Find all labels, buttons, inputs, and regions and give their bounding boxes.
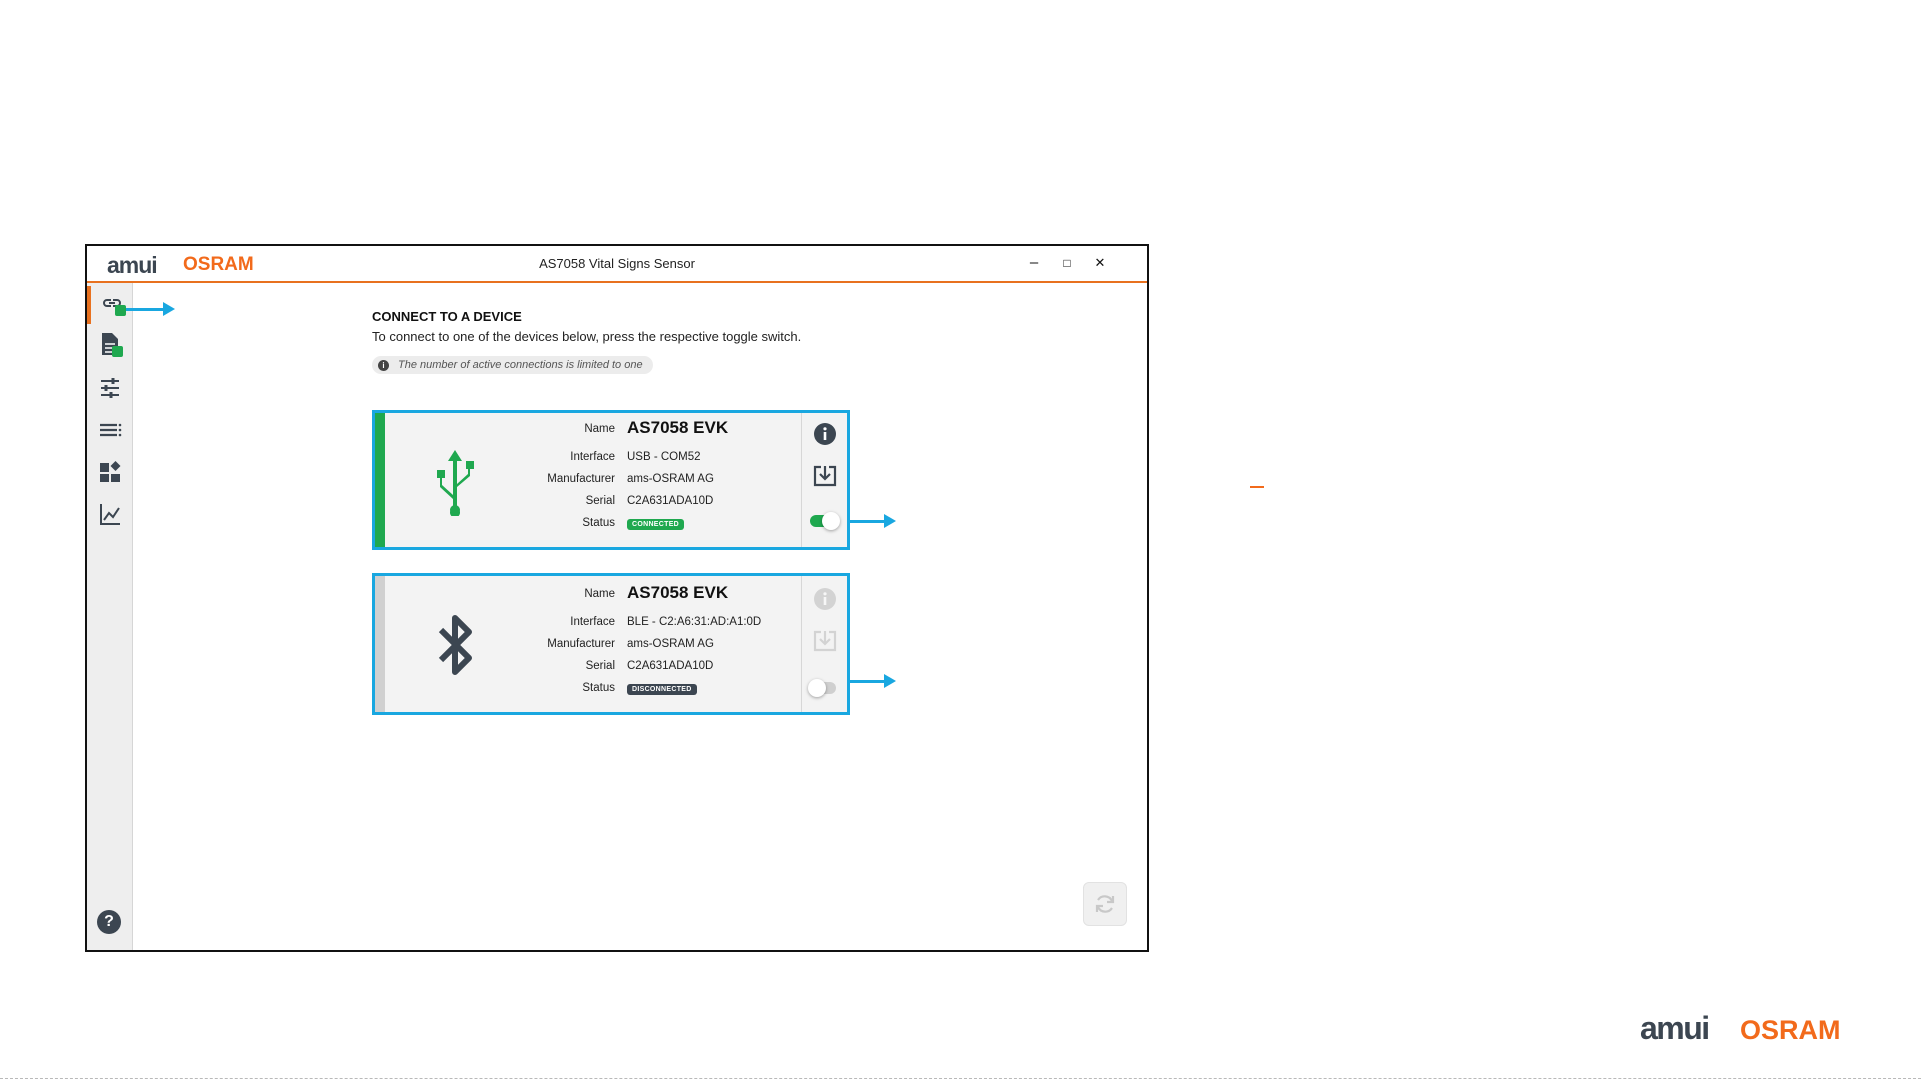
device-name: AS7058 EVK	[627, 583, 729, 602]
document-icon	[99, 332, 123, 361]
app-window: amui OSRAM AS7058 Vital Signs Sensor – □…	[85, 244, 1149, 952]
sidebar-item-chart[interactable]	[87, 495, 132, 533]
serial-label: Serial	[585, 495, 615, 507]
sidebar-item-widgets[interactable]	[87, 453, 132, 491]
list-icon	[99, 423, 121, 437]
info-icon: i	[378, 359, 389, 371]
annotation-arrow	[126, 302, 175, 316]
widgets-icon	[99, 461, 120, 482]
refresh-icon	[1095, 895, 1115, 913]
info-icon	[814, 588, 836, 610]
connection-stripe	[375, 413, 385, 547]
sidebar-item-log[interactable]	[87, 411, 132, 449]
page-title: CONNECT TO A DEVICE	[372, 309, 522, 324]
info-icon	[814, 423, 836, 445]
sidebar-item-document[interactable]	[87, 327, 132, 365]
status-badge: DISCONNECTED	[627, 684, 697, 695]
download-button[interactable]	[812, 628, 838, 654]
manufacturer-label: Manufacturer	[547, 473, 615, 485]
sliders-icon	[100, 378, 119, 398]
name-label: Name	[584, 588, 615, 600]
device-card-ble: Name AS7058 EVK Interface BLE - C2:A6:31…	[372, 573, 850, 715]
device-serial: C2A631ADA10D	[627, 495, 714, 507]
status-label: Status	[582, 517, 615, 529]
interface-label: Interface	[570, 616, 615, 628]
connection-toggle[interactable]	[810, 512, 840, 530]
info-button[interactable]	[812, 586, 838, 612]
note-text: The number of active connections is limi…	[398, 359, 643, 371]
device-name: AS7058 EVK	[627, 418, 729, 437]
card-actions	[801, 413, 847, 547]
name-label: Name	[584, 423, 615, 435]
toggle-knob	[808, 679, 826, 697]
status-label: Status	[582, 682, 615, 694]
card-actions	[801, 576, 847, 712]
bluetooth-icon	[438, 615, 472, 675]
interface-label: Interface	[570, 451, 615, 463]
window-title: AS7058 Vital Signs Sensor	[539, 256, 695, 271]
ams-brand-logo: amui	[1640, 1010, 1710, 1046]
sidebar: ?	[87, 283, 133, 950]
download-icon	[813, 465, 837, 487]
check-icon	[111, 345, 123, 357]
main-content: CONNECT TO A DEVICE To connect to one of…	[132, 283, 1147, 950]
device-manufacturer: ams-OSRAM AG	[627, 473, 714, 485]
chart-icon	[99, 504, 120, 525]
minimize-button[interactable]: –	[1022, 253, 1046, 273]
bottom-divider	[0, 1078, 1921, 1079]
annotation-arrow	[847, 674, 896, 688]
sidebar-item-settings[interactable]	[87, 369, 132, 407]
link-icon	[100, 291, 126, 320]
connection-toggle[interactable]	[808, 679, 836, 697]
page-subtitle: To connect to one of the devices below, …	[372, 329, 802, 344]
usb-icon	[437, 450, 474, 516]
annotation-arrow	[847, 514, 896, 528]
sidebar-item-connect[interactable]	[87, 286, 132, 324]
maximize-button[interactable]: □	[1055, 253, 1079, 273]
device-interface: BLE - C2:A6:31:AD:A1:0D	[627, 616, 762, 628]
help-button[interactable]: ?	[97, 910, 121, 934]
device-serial: C2A631ADA10D	[627, 660, 714, 672]
device-manufacturer: ams-OSRAM AG	[627, 638, 714, 650]
refresh-button[interactable]	[1083, 882, 1127, 926]
info-button[interactable]	[812, 421, 838, 447]
toggle-knob	[822, 512, 840, 530]
check-icon	[114, 304, 126, 316]
title-bar: amui OSRAM AS7058 Vital Signs Sensor – □…	[87, 246, 1147, 283]
device-interface: USB - COM52	[627, 451, 701, 463]
serial-label: Serial	[585, 660, 615, 672]
status-badge: CONNECTED	[627, 519, 685, 530]
connection-limit-note: i The number of active connections is li…	[372, 356, 653, 374]
download-icon	[813, 630, 837, 652]
device-card-usb: Name AS7058 EVK Interface USB - COM52 Ma…	[372, 410, 850, 550]
manufacturer-label: Manufacturer	[547, 638, 615, 650]
close-button[interactable]: ✕	[1088, 253, 1112, 273]
decorative-dash	[1250, 486, 1264, 488]
osram-brand-logo: OSRAM	[1740, 1015, 1841, 1045]
download-button[interactable]	[812, 463, 838, 489]
connection-stripe	[375, 576, 385, 712]
